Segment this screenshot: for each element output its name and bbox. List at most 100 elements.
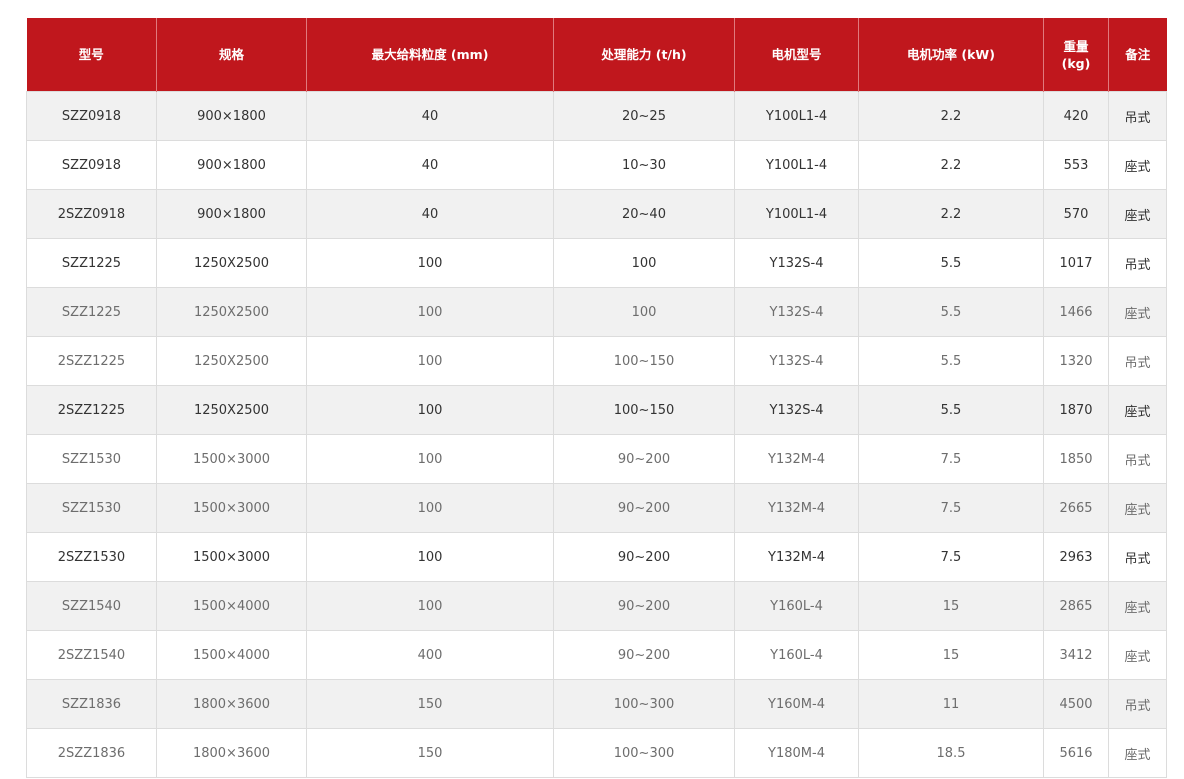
cell-motor-model: Y160M-4 xyxy=(734,679,859,729)
cell-motor-power: 5.5 xyxy=(858,238,1044,288)
cell-motor-power: 2.2 xyxy=(858,189,1044,239)
cell-model: 2SZZ1540 xyxy=(26,630,157,680)
cell-capacity: 100~150 xyxy=(553,385,735,435)
cell-weight: 5616 xyxy=(1043,728,1109,778)
cell-motor-model: Y132S-4 xyxy=(734,336,859,386)
cell-spec: 1500×3000 xyxy=(156,434,307,484)
cell-spec: 1500×3000 xyxy=(156,483,307,533)
cell-spec: 1250X2500 xyxy=(156,336,307,386)
cell-remark: 座式 xyxy=(1108,581,1167,631)
cell-weight: 1466 xyxy=(1043,287,1109,337)
table-row: 2SZZ1225 1250X2500 100 100~150 Y132S-4 5.5 187… xyxy=(26,385,1167,435)
cell-spec: 900×1800 xyxy=(156,189,307,239)
cell-motor-model: Y180M-4 xyxy=(734,728,859,778)
cell-capacity: 100~150 xyxy=(553,336,735,386)
cell-weight: 3412 xyxy=(1043,630,1109,680)
header-motor-model: 电机型号 xyxy=(734,18,859,92)
cell-spec: 1800×3600 xyxy=(156,679,307,729)
cell-remark: 吊式 xyxy=(1108,238,1167,288)
cell-max-feed-size: 100 xyxy=(306,581,554,631)
cell-spec: 1500×4000 xyxy=(156,581,307,631)
cell-max-feed-size: 150 xyxy=(306,679,554,729)
cell-max-feed-size: 40 xyxy=(306,140,554,190)
cell-spec: 1500×4000 xyxy=(156,630,307,680)
cell-motor-model: Y100L1-4 xyxy=(734,140,859,190)
cell-max-feed-size: 40 xyxy=(306,189,554,239)
cell-model: 2SZZ1836 xyxy=(26,728,157,778)
cell-motor-power: 2.2 xyxy=(858,91,1044,141)
cell-model: SZZ1540 xyxy=(26,581,157,631)
table-row: 2SZZ1540 1500×4000 400 90~200 Y160L-4 15 3412 座… xyxy=(26,630,1167,680)
cell-remark: 座式 xyxy=(1108,287,1167,337)
cell-motor-power: 15 xyxy=(858,630,1044,680)
table-row: SZZ1836 1800×3600 150 100~300 Y160M-4 11 4500 吊… xyxy=(26,679,1167,729)
cell-max-feed-size: 100 xyxy=(306,287,554,337)
cell-motor-model: Y132M-4 xyxy=(734,532,859,582)
cell-spec: 900×1800 xyxy=(156,91,307,141)
cell-weight: 1870 xyxy=(1043,385,1109,435)
header-spec: 规格 xyxy=(156,18,307,92)
cell-remark: 吊式 xyxy=(1108,336,1167,386)
cell-motor-model: Y160L-4 xyxy=(734,630,859,680)
cell-motor-power: 7.5 xyxy=(858,483,1044,533)
table-row: 2SZZ1225 1250X2500 100 100~150 Y132S-4 5.5 132… xyxy=(26,336,1167,386)
cell-motor-power: 18.5 xyxy=(858,728,1044,778)
cell-remark: 座式 xyxy=(1108,728,1167,778)
cell-motor-model: Y100L1-4 xyxy=(734,91,859,141)
cell-model: SZZ1836 xyxy=(26,679,157,729)
header-model: 型号 xyxy=(26,18,157,92)
cell-spec: 1250X2500 xyxy=(156,385,307,435)
cell-max-feed-size: 100 xyxy=(306,238,554,288)
cell-model: 2SZZ1530 xyxy=(26,532,157,582)
cell-remark: 座式 xyxy=(1108,140,1167,190)
cell-motor-model: Y132S-4 xyxy=(734,385,859,435)
cell-motor-power: 7.5 xyxy=(858,532,1044,582)
cell-model: 2SZZ1225 xyxy=(26,336,157,386)
cell-max-feed-size: 100 xyxy=(306,483,554,533)
table-row: 2SZZ1530 1500×3000 100 90~200 Y132M-4 7.5 2963… xyxy=(26,532,1167,582)
cell-max-feed-size: 150 xyxy=(306,728,554,778)
table-row: SZZ1225 1250X2500 100 100 Y132S-4 5.5 1017 吊式 xyxy=(26,238,1167,288)
table-row: 2SZZ1836 1800×3600 150 100~300 Y180M-4 18.5 56… xyxy=(26,728,1167,778)
cell-spec: 1250X2500 xyxy=(156,238,307,288)
cell-motor-model: Y132M-4 xyxy=(734,434,859,484)
cell-capacity: 20~40 xyxy=(553,189,735,239)
cell-capacity: 20~25 xyxy=(553,91,735,141)
cell-weight: 1017 xyxy=(1043,238,1109,288)
cell-capacity: 90~200 xyxy=(553,630,735,680)
cell-motor-power: 5.5 xyxy=(858,385,1044,435)
cell-spec: 1800×3600 xyxy=(156,728,307,778)
cell-weight: 2865 xyxy=(1043,581,1109,631)
cell-motor-model: Y100L1-4 xyxy=(734,189,859,239)
cell-weight: 570 xyxy=(1043,189,1109,239)
header-max-feed-size: 最大给料粒度 (mm) xyxy=(306,18,554,92)
cell-model: SZZ1530 xyxy=(26,483,157,533)
cell-motor-power: 11 xyxy=(858,679,1044,729)
cell-spec: 1500×3000 xyxy=(156,532,307,582)
cell-spec: 1250X2500 xyxy=(156,287,307,337)
cell-remark: 吊式 xyxy=(1108,91,1167,141)
header-motor-power: 电机功率 (kW) xyxy=(858,18,1044,92)
table-header-row: 型号 规格 最大给料粒度 (mm) 处理能力 (t/h) 电机型号 电机功率 (… xyxy=(26,18,1167,92)
cell-motor-power: 15 xyxy=(858,581,1044,631)
cell-model: SZZ1530 xyxy=(26,434,157,484)
cell-model: 2SZZ0918 xyxy=(26,189,157,239)
cell-remark: 座式 xyxy=(1108,630,1167,680)
cell-motor-power: 7.5 xyxy=(858,434,1044,484)
table-row: SZZ0918 900×1800 40 10~30 Y100L1-4 2.2 553 座式 xyxy=(26,140,1167,190)
header-weight: 重量 (kg) xyxy=(1043,18,1109,92)
cell-weight: 420 xyxy=(1043,91,1109,141)
cell-weight: 2963 xyxy=(1043,532,1109,582)
header-remark: 备注 xyxy=(1108,18,1167,92)
cell-motor-power: 2.2 xyxy=(858,140,1044,190)
cell-weight: 4500 xyxy=(1043,679,1109,729)
cell-model: 2SZZ1225 xyxy=(26,385,157,435)
table-row: SZZ1530 1500×3000 100 90~200 Y132M-4 7.5 2665 座… xyxy=(26,483,1167,533)
cell-remark: 座式 xyxy=(1108,385,1167,435)
cell-capacity: 100~300 xyxy=(553,679,735,729)
table-row: SZZ0918 900×1800 40 20~25 Y100L1-4 2.2 420 吊式 xyxy=(26,91,1167,141)
cell-capacity: 100 xyxy=(553,238,735,288)
cell-weight: 553 xyxy=(1043,140,1109,190)
cell-max-feed-size: 400 xyxy=(306,630,554,680)
table-row: SZZ1530 1500×3000 100 90~200 Y132M-4 7.5 1850 吊… xyxy=(26,434,1167,484)
